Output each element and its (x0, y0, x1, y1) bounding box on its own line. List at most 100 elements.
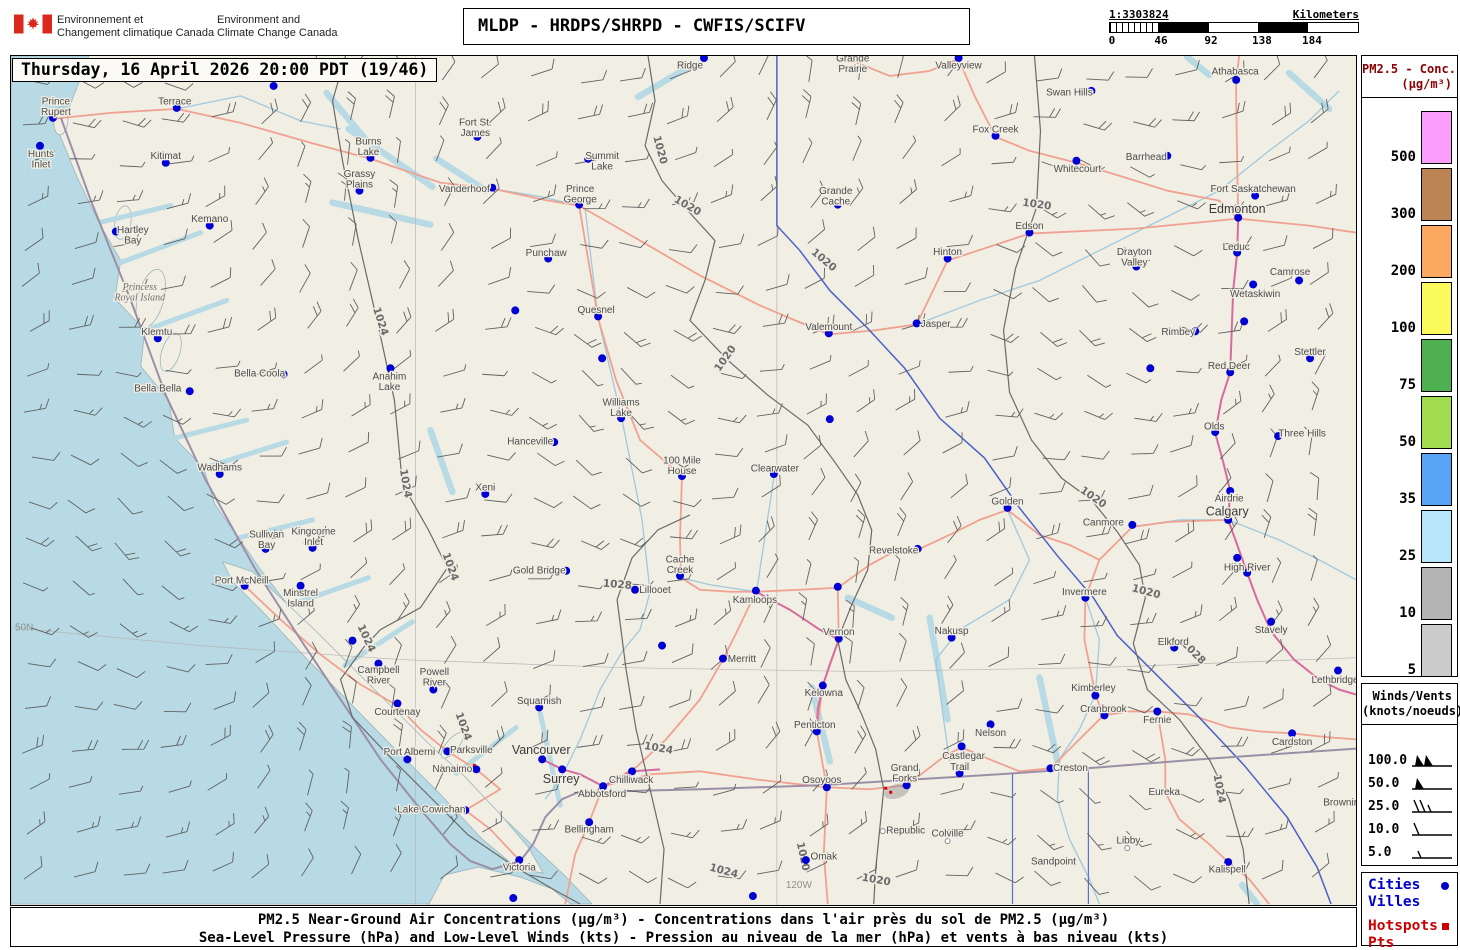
scale-segment (1209, 23, 1259, 32)
wind-speed-value: 50.0 (1368, 776, 1400, 791)
city-label: Minstrel (283, 588, 318, 599)
wind-speed-value: 10.0 (1368, 822, 1400, 837)
map-canvas: 1020 1020 1020 1020 1020 1020 1020 1020 1020 1024… (10, 55, 1357, 906)
city-label: Stavely (1255, 625, 1288, 636)
city-label: Fort St. (459, 117, 492, 128)
pm25-color-swatch (1421, 339, 1452, 392)
wind-barb-icon (1412, 777, 1452, 790)
pm25-color-swatch (1421, 510, 1452, 563)
city-dot (825, 415, 834, 424)
caption-line-2: Sea-Level Pressure (hPa) and Low-Level W… (198, 930, 1169, 946)
scale-tick-label: 0 (1108, 34, 1116, 47)
city-dot (1249, 280, 1258, 289)
city-label: Squamish (517, 696, 561, 707)
pm25-color-swatch (1421, 396, 1452, 449)
city-label: Hinton (933, 247, 962, 258)
markers-legend: Cities Villes Hotspots Pts chauds (1361, 872, 1458, 950)
city-label: Surrey (543, 772, 581, 786)
winds-legend-title: Winds/Vents (knots/noeuds) (1362, 689, 1460, 718)
graticule-label: 50N (15, 623, 33, 634)
city-label: Punchaw (526, 248, 568, 259)
graticule-label: 120W (786, 880, 813, 891)
city-label: Trail (950, 762, 969, 773)
logo-text-english: Environment and Climate Change Canada (217, 14, 338, 39)
city-label: Fox Creek (973, 124, 1019, 135)
city-label: Sullivan (249, 529, 284, 540)
winds-legend-row: 10.0 (1362, 818, 1457, 841)
city-label: Kimberley (1071, 683, 1115, 694)
city-label: Klemtu (141, 327, 172, 338)
city-label: Royal Island (113, 292, 166, 303)
wind-barb-icon (1412, 822, 1452, 836)
city-label: Calgary (1206, 504, 1250, 518)
city-label: Lake (610, 408, 632, 419)
pm25-color-swatch (1421, 624, 1452, 677)
city-label: Port Alberni (384, 747, 436, 758)
timestamp-label: Thursday, 16 April 2026 20:00 PDT (19/46… (12, 58, 438, 82)
city-label: Abbotsford (578, 789, 626, 800)
city-dot (748, 892, 757, 901)
city-label: Kingcome (291, 526, 336, 537)
city-label: Williams (603, 398, 640, 409)
city-label: Merritt (728, 654, 756, 665)
city-label: Terrace (158, 96, 192, 107)
wind-speed-value: 5.0 (1368, 845, 1392, 860)
city-label: Vancouver (512, 743, 571, 757)
pm25-legend-row: 25 (1362, 506, 1457, 564)
city-label: Clearwater (751, 464, 800, 475)
scale-segment (1110, 23, 1160, 32)
pm25-legend-row: 10 (1362, 563, 1457, 621)
winds-legend-row: 25.0 (1362, 795, 1457, 818)
city-label: Hartley (117, 225, 149, 236)
city-label: Quesnel (578, 305, 615, 316)
wind-barb-icon (1412, 799, 1452, 813)
cities-legend-label-en: Cities (1368, 877, 1421, 893)
city-label: Nanaimo (432, 764, 472, 775)
pm25-color-swatch (1421, 567, 1452, 620)
city-label: Osoyoos (802, 775, 841, 786)
city-label: Red Deer (1208, 361, 1251, 372)
scale-tick-label: 184 (1302, 34, 1322, 47)
city-label: Princess (122, 282, 157, 293)
pm25-legend: PM2.5 - Conc. (µg/m³) 500 300 200 100 75 50 35 2… (1361, 55, 1458, 678)
city-label: Lillooet (639, 585, 671, 596)
canada-flag-icon (14, 14, 52, 34)
city-label: Lethbridge (1311, 675, 1356, 686)
city-label: Island (287, 599, 314, 610)
scale-segment (1258, 23, 1309, 32)
cities-legend-label-fr: Villes (1368, 894, 1421, 910)
city-label: Libby (1116, 836, 1140, 847)
city-label: Vernon (823, 627, 855, 638)
city-label: Athabasca (1212, 66, 1260, 77)
city-label: Nelson (975, 728, 1006, 739)
pm25-legend-row: 75 (1362, 335, 1457, 393)
weather-map: 1020102010201020102010201020102010201024… (11, 56, 1356, 905)
city-label: Bella Bella (134, 384, 182, 395)
winds-legend-row: 50.0 (1362, 772, 1457, 795)
city-dot (598, 354, 607, 363)
pm25-color-swatch (1421, 225, 1452, 278)
city-label: Powell (420, 667, 449, 678)
city-label: Omak (810, 852, 837, 863)
city-label: Camrose (1270, 267, 1311, 278)
scale-bar (1109, 22, 1359, 33)
city-label: Prairie (838, 64, 867, 75)
city-label: Kitimat (151, 151, 182, 162)
wind-barb-icon (1412, 754, 1452, 767)
winds-legend-row: 100.0 (1362, 749, 1457, 772)
city-label: Lake Cowichan (397, 805, 465, 816)
city-dot (1146, 364, 1155, 373)
city-label: Ridge (677, 60, 704, 71)
city-label: Fort Saskatchewan (1210, 184, 1295, 195)
pm25-legend-row: 35 (1362, 449, 1457, 507)
city-label: Fernie (1143, 715, 1172, 726)
city-label: Canmore (1083, 517, 1124, 528)
city-label: River (367, 676, 391, 687)
pm25-legend-title: PM2.5 - Conc. (µg/m³) (1362, 62, 1456, 91)
city-label: Bay (124, 236, 141, 247)
city-label: Valemount (805, 322, 852, 333)
pm25-legend-row: 100 (1362, 278, 1457, 336)
city-label: Grand (891, 763, 919, 774)
city-label: Kelowna (805, 688, 844, 699)
pm25-legend-value: 300 (1390, 206, 1416, 222)
